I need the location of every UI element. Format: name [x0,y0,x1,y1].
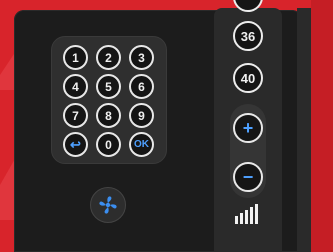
key-7-button[interactable]: 7 [63,103,88,128]
ok-button[interactable]: OK [129,132,154,157]
key-1-button[interactable]: 1 [63,45,88,70]
signal-bars-icon [235,204,258,224]
key-3-button[interactable]: 3 [129,45,154,70]
key-0-button[interactable]: 0 [96,132,121,157]
key-6-button[interactable]: 6 [129,74,154,99]
key-2-button[interactable]: 2 [96,45,121,70]
channel-40-button[interactable]: 40 [233,63,263,93]
remote-edge [297,8,311,252]
volume-up-button[interactable]: + [233,113,263,143]
volume-down-button[interactable]: − [233,162,263,192]
background-edge [311,0,333,252]
fan-icon [99,196,117,214]
number-keypad: 1 2 3 4 5 6 7 8 9 ↩ 0 OK [51,36,167,164]
key-4-button[interactable]: 4 [63,74,88,99]
back-button[interactable]: ↩ [63,132,88,157]
channel-36-button[interactable]: 36 [233,21,263,51]
key-5-button[interactable]: 5 [96,74,121,99]
key-9-button[interactable]: 9 [129,103,154,128]
fan-button[interactable] [90,187,126,223]
key-8-button[interactable]: 8 [96,103,121,128]
